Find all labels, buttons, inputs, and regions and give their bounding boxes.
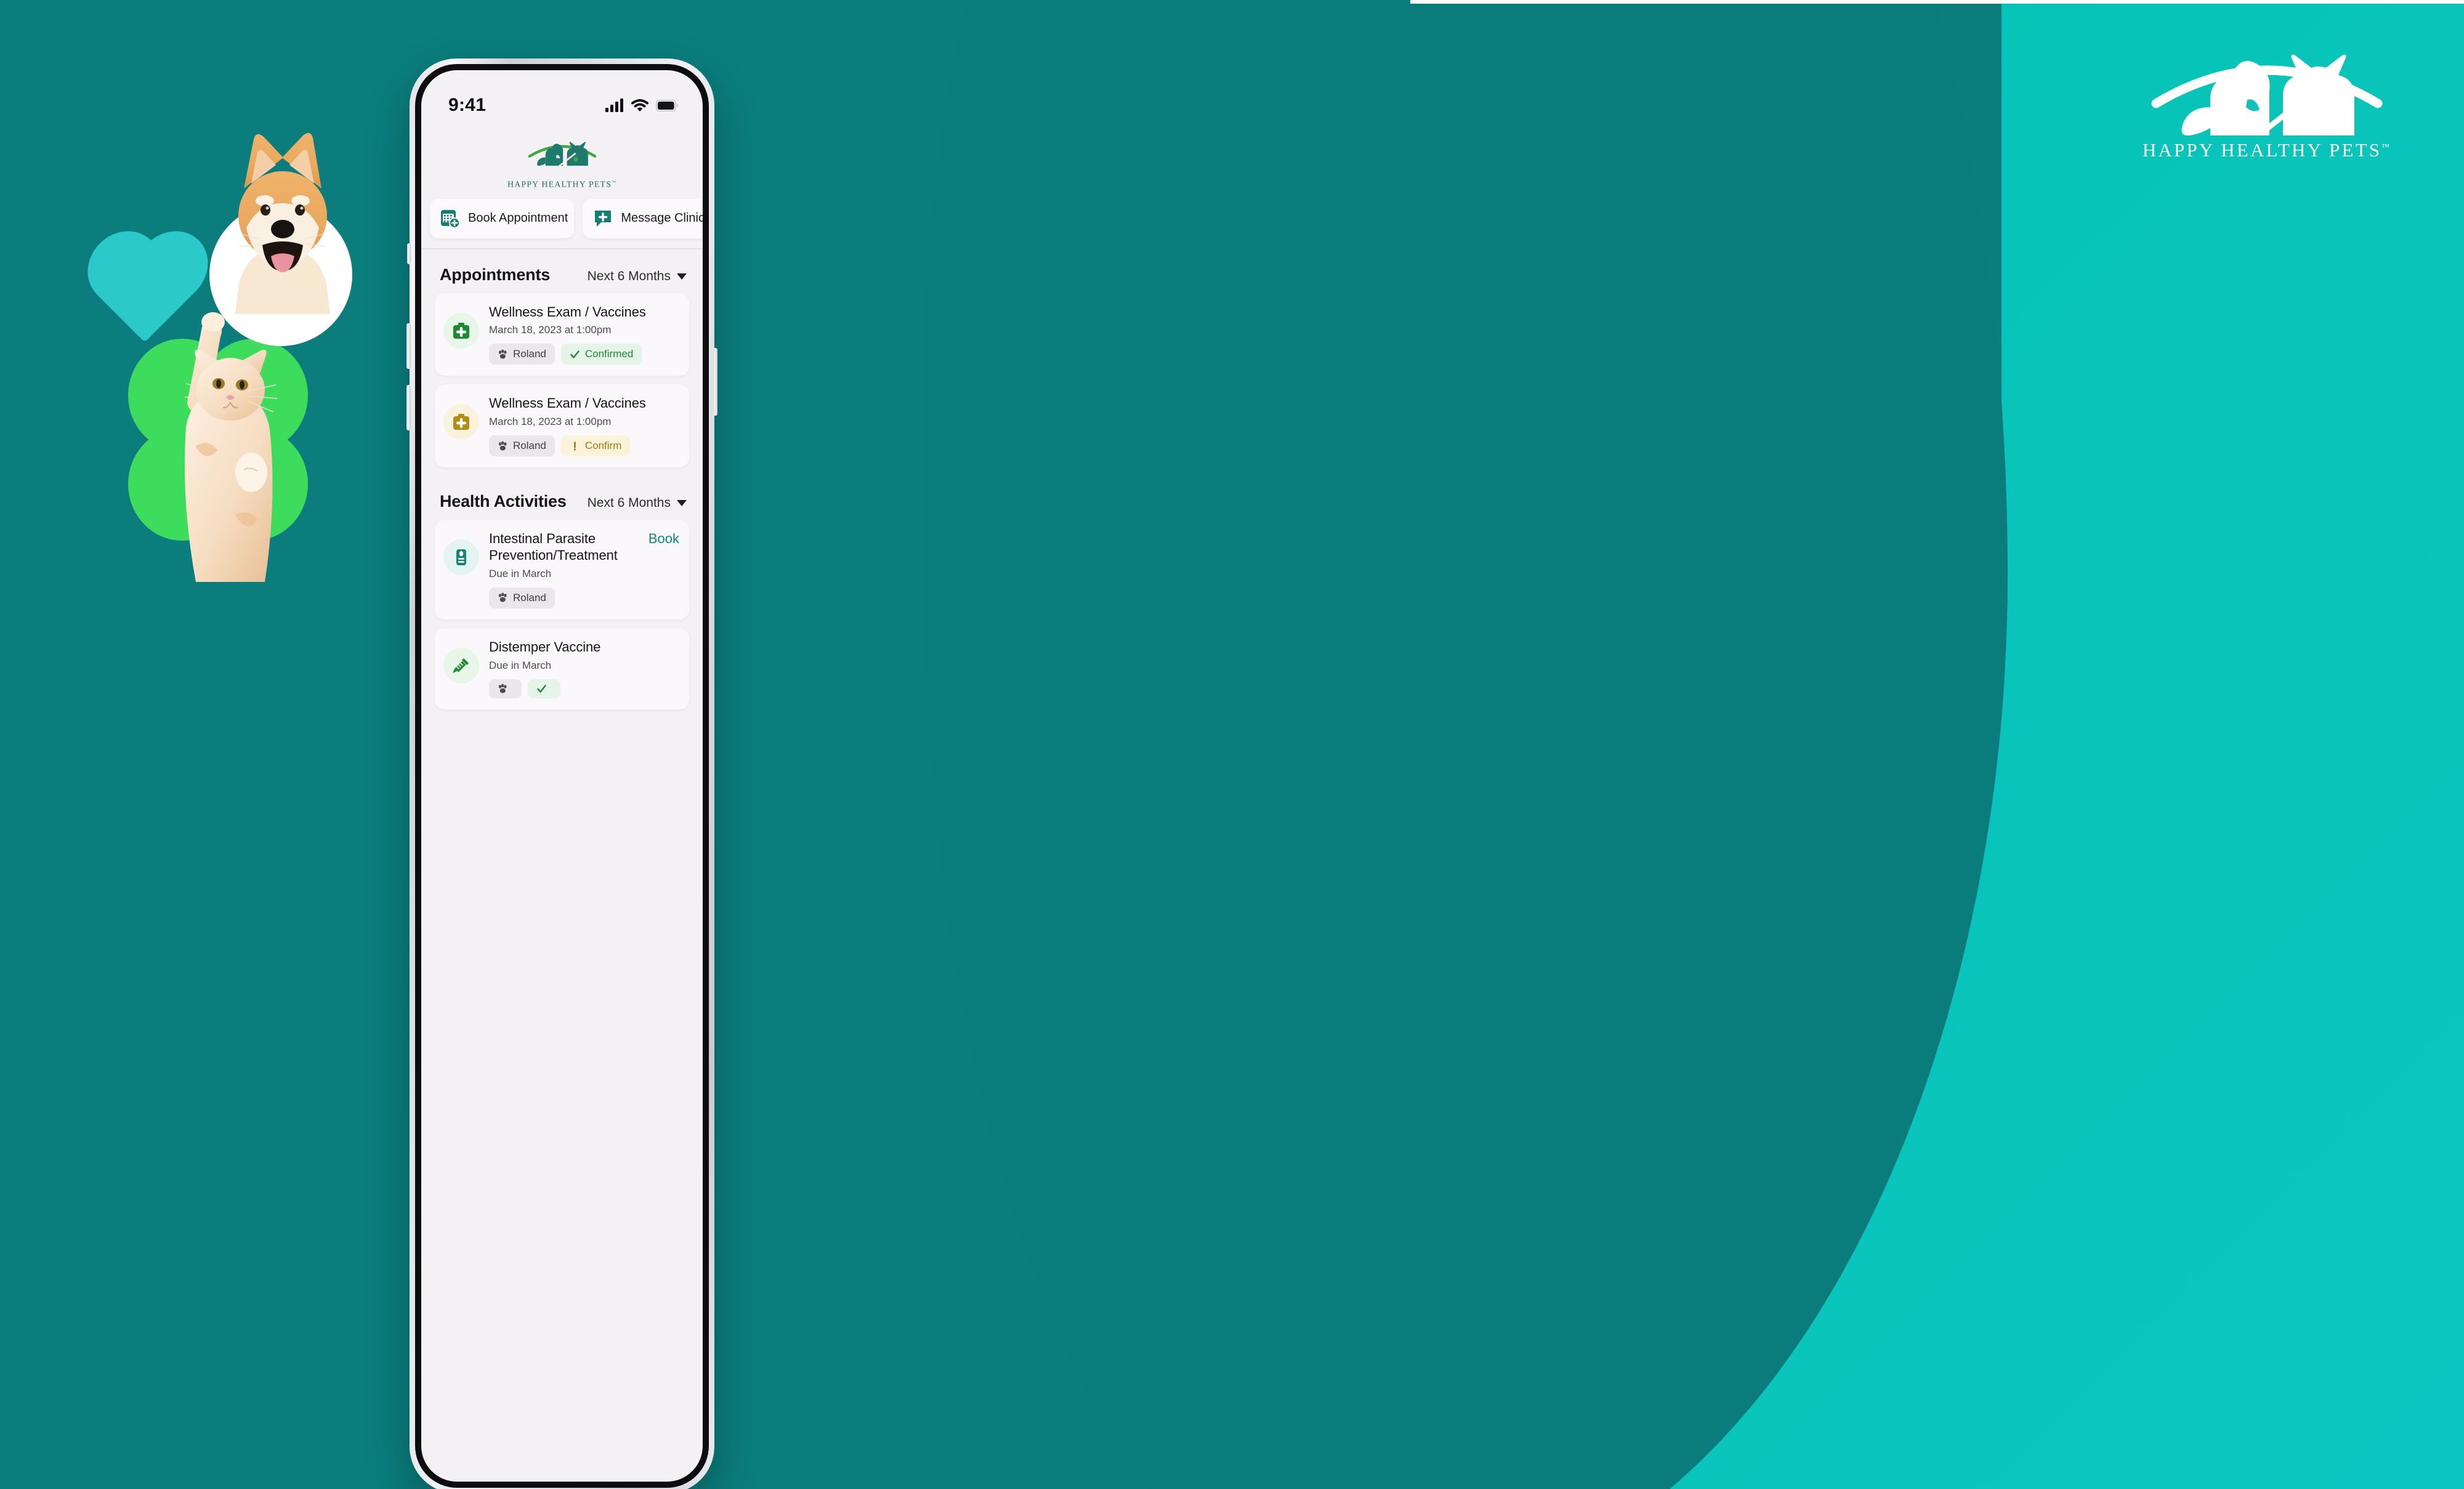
health-activity-title: Intestinal Parasite Prevention/Treatment — [489, 531, 618, 563]
appointment-card-1-wrap: Wellness Exam / Vaccines March 18, 2023 … — [421, 293, 703, 385]
background-top-white-strip — [1410, 0, 2464, 4]
status-badge-confirmed[interactable]: Confirmed — [560, 344, 642, 365]
phone-volume-up-button[interactable] — [406, 323, 411, 369]
phone-volume-down-button[interactable] — [406, 385, 411, 430]
appointment-card-body: Wellness Exam / Vaccines March 18, 2023 … — [489, 304, 679, 365]
status-bar-time: 9:41 — [448, 95, 487, 115]
pet-chip[interactable]: Roland — [489, 435, 555, 457]
status-badge-label: Confirmed — [584, 348, 634, 360]
syringe-icon — [443, 647, 479, 684]
message-clinic-button[interactable]: Message Clinic — [583, 198, 703, 238]
book-link[interactable]: Book — [642, 531, 679, 547]
brand-logo: HAPPY HEALTHY PETS™ — [2138, 31, 2396, 161]
wifi-icon — [631, 99, 648, 111]
health-activities-title: Health Activities — [440, 492, 567, 511]
health-activity-card-body: Intestinal Parasite Prevention/Treatment… — [489, 531, 632, 608]
health-activities-filter-dropdown[interactable]: Next 6 Months — [588, 496, 687, 510]
exclamation-icon — [573, 442, 576, 451]
dog-cat-arc-heart-logo-icon — [2151, 54, 2383, 135]
medical-kit-icon — [443, 312, 479, 349]
appointment-card[interactable]: Wellness Exam / Vaccines March 18, 2023 … — [435, 293, 689, 376]
phone-screen: 9:41 HAPPY HEALTHY PETS™ Book Appointmen… — [421, 70, 703, 1482]
appointment-card-2-wrap: Wellness Exam / Vaccines March 18, 2023 … — [421, 384, 703, 476]
book-appointment-button[interactable]: Book Appointment — [430, 198, 575, 238]
chevron-down-icon — [677, 500, 687, 507]
pet-chip[interactable]: Roland — [489, 344, 555, 365]
status-bar: 9:41 — [421, 70, 703, 116]
brand-trademark: ™ — [2381, 142, 2392, 151]
cellular-signal-icon — [605, 99, 623, 112]
appointments-filter-dropdown[interactable]: Next 6 Months — [588, 269, 687, 284]
quick-actions-row: Book Appointment Message Clinic — [421, 193, 703, 248]
health-activities-filter-label: Next 6 Months — [587, 496, 671, 510]
battery-icon — [656, 99, 678, 111]
appointments-title: Appointments — [440, 265, 551, 284]
health-activity-chips: Roland — [489, 587, 632, 608]
phone-bezel: 9:41 HAPPY HEALTHY PETS™ Book Appointmen… — [415, 64, 709, 1488]
pet-chip-label: Roland — [513, 591, 546, 603]
content-scroll-area[interactable]: Appointments Next 6 Months Wellness Exam… — [421, 249, 703, 1296]
health-activity-action-col: Book — [642, 531, 679, 547]
appointments-section-header: Appointments Next 6 Months — [421, 249, 703, 293]
dog-photo — [235, 132, 330, 314]
medical-kit-icon — [443, 404, 479, 440]
app-logo-wordmark: HAPPY HEALTHY PETS™ — [421, 180, 703, 190]
appointment-chips: Roland Confirmed — [489, 344, 679, 365]
calendar-plus-icon — [441, 209, 460, 228]
health-activity-card[interactable]: Distemper Vaccine Due in March — [435, 627, 689, 709]
app-logo: HAPPY HEALTHY PETS™ — [421, 116, 703, 193]
status-badge[interactable] — [528, 679, 560, 698]
health-activity-chips — [489, 679, 679, 698]
brand-wordmark: HAPPY HEALTHY PETS™ — [2138, 139, 2396, 161]
app-logo-name-text: HAPPY HEALTHY PETS — [507, 180, 612, 190]
pill-bottle-icon — [443, 539, 479, 576]
appointments-filter-label: Next 6 Months — [587, 268, 671, 283]
phone-power-button[interactable] — [713, 348, 717, 416]
app-dog-cat-arc-heart-logo-icon — [528, 142, 596, 167]
background-dark-teal-blob — [924, 0, 2008, 1489]
appointment-title: Wellness Exam / Vaccines — [489, 304, 646, 320]
health-activity-card-2-wrap: Distemper Vaccine Due in March — [421, 627, 703, 718]
health-activity-card-body: Distemper Vaccine Due in March — [489, 639, 679, 698]
paw-icon — [498, 592, 507, 602]
status-bar-icons — [605, 99, 678, 112]
appointment-datetime: March 18, 2023 at 1:00pm — [489, 416, 612, 428]
brand-name-text: HAPPY HEALTHY PETS — [2142, 139, 2382, 161]
appointment-card[interactable]: Wellness Exam / Vaccines March 18, 2023 … — [435, 384, 689, 468]
health-activity-due: Due in March — [489, 659, 552, 671]
phone-mockup: 9:41 HAPPY HEALTHY PETS™ Book Appointmen… — [406, 59, 717, 1489]
paw-icon — [498, 441, 507, 451]
health-activity-due: Due in March — [489, 567, 552, 579]
health-activity-card-1-wrap: Intestinal Parasite Prevention/Treatment… — [421, 520, 703, 628]
message-clinic-label: Message Clinic — [621, 211, 703, 225]
appointment-chips: Roland Confirm — [489, 435, 679, 457]
paw-icon — [498, 349, 507, 359]
paw-icon — [498, 684, 507, 693]
phone-mute-switch[interactable] — [407, 243, 411, 264]
pet-chip-label: Roland — [513, 348, 546, 360]
app-logo-trademark: ™ — [612, 180, 617, 185]
health-activities-section-header: Health Activities Next 6 Months — [421, 476, 703, 520]
cat-photo — [184, 312, 278, 582]
appointment-datetime: March 18, 2023 at 1:00pm — [489, 324, 612, 336]
check-icon — [537, 685, 546, 693]
pet-chip[interactable]: Roland — [489, 587, 555, 608]
book-appointment-label: Book Appointment — [468, 211, 568, 225]
appointment-card-body: Wellness Exam / Vaccines March 18, 2023 … — [489, 395, 679, 457]
background — [0, 0, 2464, 1489]
chevron-down-icon — [677, 273, 687, 280]
confirm-action-badge[interactable]: Confirm — [560, 435, 631, 457]
confirm-action-label: Confirm — [584, 440, 622, 452]
pet-chip[interactable] — [489, 679, 522, 698]
pet-chip-label: Roland — [513, 440, 546, 452]
appointment-title: Wellness Exam / Vaccines — [489, 395, 646, 411]
health-activity-title: Distemper Vaccine — [489, 639, 601, 655]
health-activity-card[interactable]: Intestinal Parasite Prevention/Treatment… — [435, 520, 689, 619]
check-icon — [570, 350, 580, 358]
message-plus-icon — [595, 210, 612, 227]
